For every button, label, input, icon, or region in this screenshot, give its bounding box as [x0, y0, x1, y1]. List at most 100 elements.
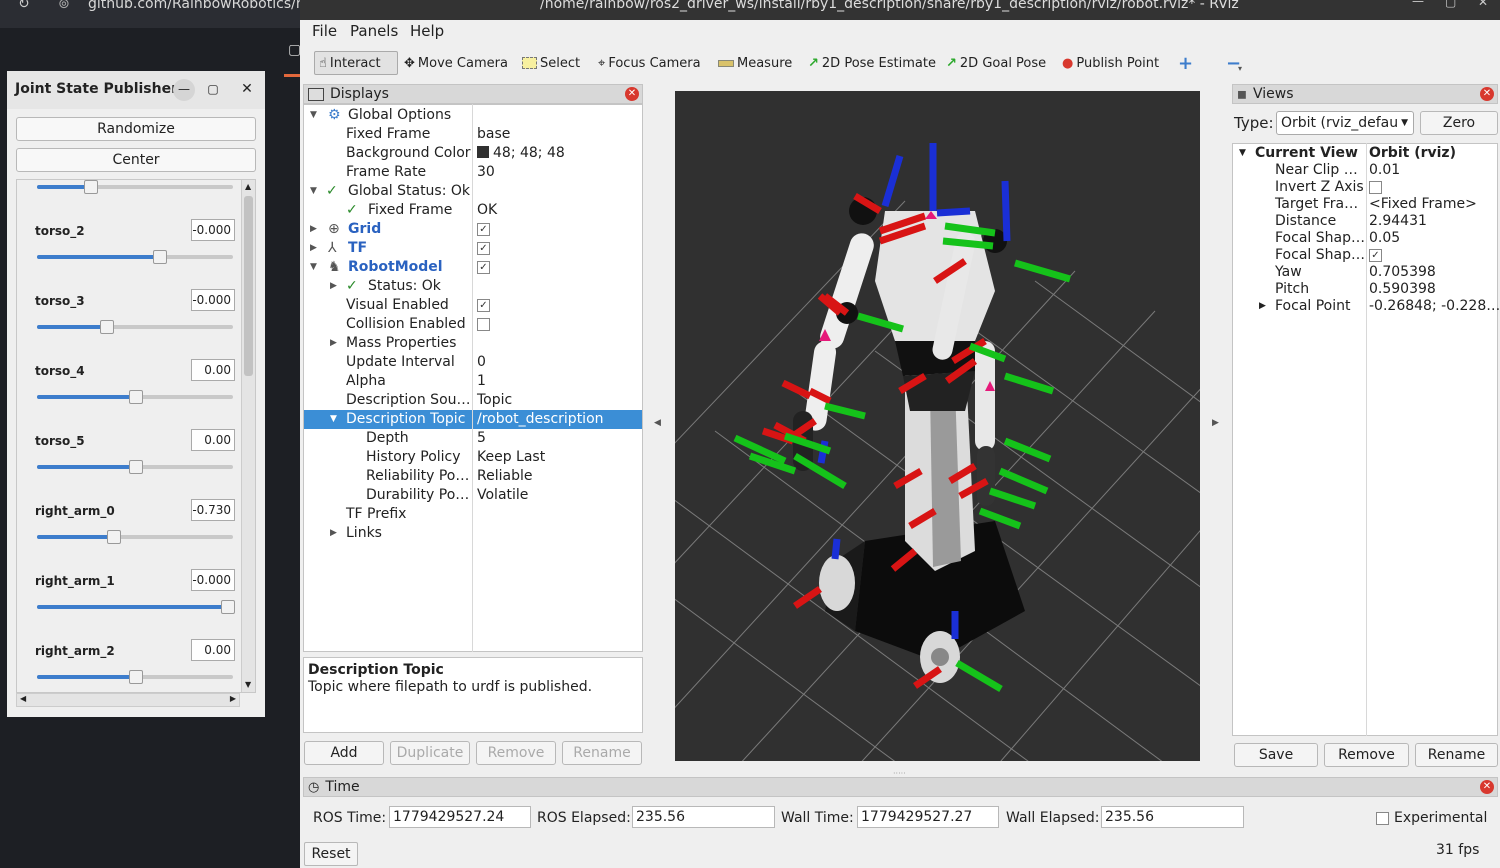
close-icon[interactable]: ✕ — [236, 79, 258, 101]
expand-icon[interactable]: ▶ — [1259, 301, 1266, 311]
scroll-right-icon[interactable]: ▶ — [230, 694, 236, 703]
joint-value-field[interactable]: -0.000 — [191, 569, 235, 591]
ros-time-field[interactable]: 1779429527.24 — [389, 806, 531, 828]
center-button[interactable]: Center — [16, 148, 256, 172]
tree-row-status[interactable]: ▶ ✓ Status: Ok — [304, 277, 642, 296]
wall-time-field[interactable]: 1779429527.27 — [857, 806, 999, 828]
slider-handle[interactable] — [129, 390, 143, 404]
joint-value-field[interactable]: -0.730 — [191, 499, 235, 521]
tree-value[interactable]: Volatile — [477, 487, 528, 503]
view-row-invert-z[interactable]: Invert Z Axis — [1233, 179, 1497, 196]
slider-handle[interactable] — [129, 670, 143, 684]
slider-handle[interactable] — [83, 180, 98, 194]
view-value[interactable]: 0.01 — [1369, 162, 1400, 178]
joint-value-field[interactable]: 0.00 — [191, 639, 235, 661]
collision-enabled-checkbox[interactable] — [477, 316, 490, 332]
vertical-scrollbar[interactable]: ▲ ▼ — [241, 180, 255, 692]
select-tool[interactable]: Select — [522, 51, 580, 75]
collapse-right-icon[interactable]: ▶ — [1212, 418, 1219, 428]
collapse-left-icon[interactable]: ◀ — [654, 418, 661, 428]
tree-row-mass-properties[interactable]: ▶ Mass Properties — [304, 334, 642, 353]
tree-row-description-topic[interactable]: ▼ Description Topic/robot_description — [304, 410, 642, 429]
expand-icon[interactable]: ▼ — [330, 414, 337, 424]
scroll-left-icon[interactable]: ◀ — [20, 694, 26, 703]
joint-slider[interactable] — [37, 390, 233, 404]
tree-row-alpha[interactable]: Alpha 1 — [304, 372, 642, 391]
view-row-near-clip[interactable]: Near Clip … 0.01 — [1233, 162, 1497, 179]
tree-value[interactable]: base — [477, 126, 510, 142]
remove-display-button[interactable]: Remove — [476, 741, 556, 765]
save-view-button[interactable]: Save — [1234, 743, 1318, 767]
reset-button[interactable]: Reset — [304, 842, 358, 866]
view-row-yaw[interactable]: Yaw 0.705398 — [1233, 264, 1497, 281]
grid-checkbox[interactable]: ✓ — [477, 221, 490, 237]
tree-row-grid[interactable]: ▶ ⊕ Grid ✓ — [304, 220, 642, 239]
tree-value[interactable]: 30 — [477, 164, 495, 180]
duplicate-button[interactable]: Duplicate — [390, 741, 470, 765]
wall-elapsed-field[interactable]: 235.56 — [1101, 806, 1244, 828]
joint-slider[interactable] — [37, 250, 233, 264]
tree-row-depth[interactable]: Depth 5 — [304, 429, 642, 448]
tree-value[interactable]: 1 — [477, 373, 486, 389]
move-camera-tool[interactable]: ✥ Move Camera — [404, 51, 508, 75]
tree-row-history-policy[interactable]: History Policy Keep Last — [304, 448, 642, 467]
slider-handle[interactable] — [99, 320, 114, 334]
view-row-target-frame[interactable]: Target Fra… <Fixed Frame> — [1233, 196, 1497, 213]
tree-row-durability-policy[interactable]: Durability Po… Volatile — [304, 486, 642, 505]
experimental-checkbox[interactable] — [1376, 812, 1389, 825]
render-view[interactable] — [514, 91, 1296, 792]
focus-camera-tool[interactable]: ⌖ Focus Camera — [598, 51, 701, 75]
joint-value-field[interactable]: -0.000 — [191, 289, 235, 311]
browser-url[interactable]: github.com/RainbowRobotics/rby — [88, 0, 319, 12]
menu-file[interactable]: File — [312, 22, 337, 40]
zero-button[interactable]: Zero — [1420, 111, 1498, 135]
tree-row-frame-rate[interactable]: Frame Rate 30 — [304, 163, 642, 182]
expand-icon[interactable]: ▶ — [330, 281, 337, 291]
pose-estimate-tool[interactable]: ↗ 2D Pose Estimate — [808, 51, 936, 75]
horizontal-scrollbar[interactable]: ◀ ▶ — [16, 693, 240, 707]
tree-row-global-status[interactable]: ▼ ✓ Global Status: Ok — [304, 182, 642, 201]
tf-checkbox[interactable]: ✓ — [477, 240, 490, 256]
scroll-down-icon[interactable]: ▼ — [245, 680, 251, 689]
view-row-distance[interactable]: Distance 2.94431 — [1233, 213, 1497, 230]
tree-value[interactable]: Topic — [477, 392, 512, 408]
toolbar-dropdown-icon[interactable]: ▾ — [1238, 64, 1242, 73]
publish-point-tool[interactable]: ● Publish Point — [1062, 51, 1159, 75]
add-button[interactable]: Add — [304, 741, 384, 765]
views-tree[interactable]: ▼ Current View Orbit (rviz) Near Clip … 0.0… — [1232, 143, 1500, 736]
joint-value-field[interactable]: 0.00 — [191, 359, 235, 381]
rename-display-button[interactable]: Rename — [562, 741, 642, 765]
tree-value[interactable]: Reliable — [477, 468, 532, 484]
slider-handle[interactable] — [129, 460, 143, 474]
joint-value-field[interactable]: 0.00 — [191, 429, 235, 451]
tree-row-robot-model[interactable]: ▼ ♞ RobotModel ✓ — [304, 258, 642, 277]
tree-row-fixed-frame-status[interactable]: ✓ Fixed Frame OK — [304, 201, 642, 220]
close-panel-icon[interactable]: ✕ — [1480, 780, 1494, 794]
slider-handle[interactable] — [221, 600, 236, 614]
tree-row-description-source[interactable]: Description Sou… Topic — [304, 391, 642, 410]
menu-panels[interactable]: Panels — [350, 22, 398, 40]
tree-row-background-color[interactable]: Background Color 48; 48; 48 — [304, 144, 642, 163]
view-row-current[interactable]: ▼ Current View Orbit (rviz) — [1233, 145, 1497, 162]
randomize-button[interactable]: Randomize — [16, 117, 256, 141]
goal-pose-tool[interactable]: ↗ 2D Goal Pose — [946, 51, 1046, 75]
add-tool-icon[interactable]: + — [1178, 51, 1193, 75]
tree-value[interactable]: /robot_description — [477, 411, 604, 427]
tree-row-reliability-policy[interactable]: Reliability Po… Reliable — [304, 467, 642, 486]
view-type-select[interactable]: Orbit (rviz_defau ▼ — [1276, 111, 1414, 135]
close-icon[interactable]: ✕ — [1478, 0, 1488, 9]
minimize-icon[interactable]: — — [1412, 0, 1424, 8]
tree-value[interactable]: 5 — [477, 430, 486, 446]
view-value[interactable]: 0.05 — [1369, 230, 1400, 246]
tree-value[interactable]: 0 — [477, 354, 486, 370]
tree-row-tf[interactable]: ▶ ⅄ TF ✓ — [304, 239, 642, 258]
maximize-icon[interactable]: ▢ — [1445, 0, 1456, 9]
tree-row-global-options[interactable]: ▼ ⚙ Global Options — [304, 106, 642, 125]
displays-tree[interactable]: ▼ ⚙ Global Options Fixed Frame base Backgro… — [303, 104, 643, 652]
focal-shape-checkbox[interactable]: ✓ — [1369, 247, 1382, 263]
invert-z-checkbox[interactable] — [1369, 179, 1382, 195]
tree-row-collision-enabled[interactable]: Collision Enabled — [304, 315, 642, 334]
reload-icon[interactable]: ↻ — [18, 0, 30, 12]
joint-slider[interactable] — [37, 600, 236, 614]
expand-icon[interactable]: ▶ — [310, 243, 317, 253]
